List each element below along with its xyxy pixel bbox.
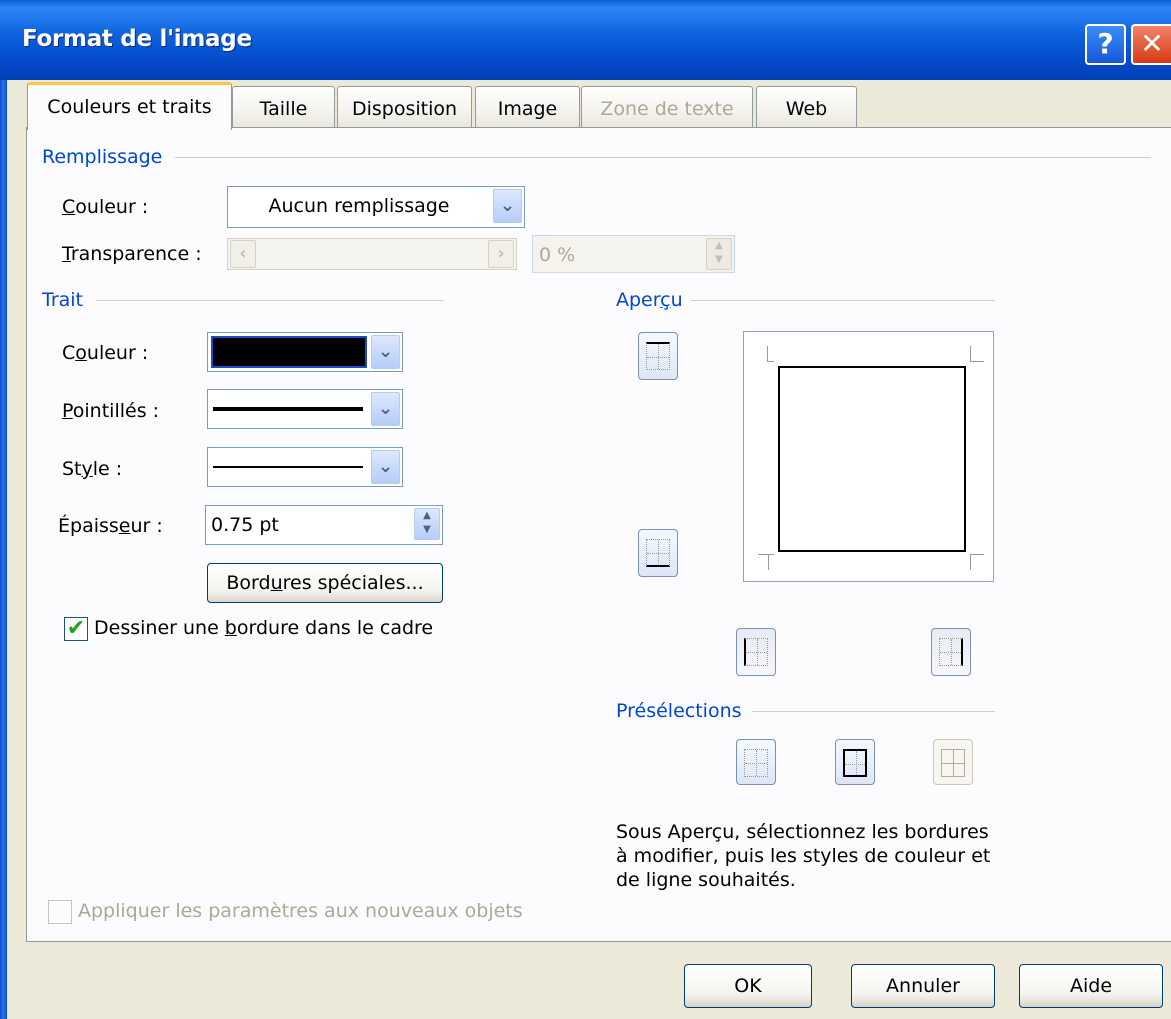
weight-value: 0.75 pt	[211, 514, 279, 536]
corner-mark	[768, 361, 774, 362]
preset-grid-button	[933, 739, 973, 785]
border-left-icon	[744, 638, 768, 666]
corner-mark	[768, 554, 769, 570]
weight-field[interactable]: 0.75 pt ▲ ▼	[205, 505, 443, 545]
cancel-button[interactable]: Annuler	[851, 964, 995, 1008]
window-title: Format de l'image	[22, 26, 252, 52]
presets-separator	[752, 711, 995, 712]
apply-new-objects-label: Appliquer les paramètres aux nouveaux ob…	[78, 900, 523, 922]
left-border-button[interactable]	[736, 628, 776, 676]
chevron-down-icon[interactable]: ⌄	[371, 335, 400, 369]
chevron-right-icon: ›	[488, 240, 514, 268]
corner-mark	[758, 346, 768, 362]
transparency-label: Transparence :	[62, 243, 202, 265]
corner-mark	[970, 554, 971, 570]
window-border	[0, 80, 7, 1019]
right-border-button[interactable]	[931, 628, 971, 676]
transparency-value: 0 %	[539, 244, 576, 266]
special-borders-button[interactable]: Bordures spéciales...	[207, 563, 443, 603]
corner-mark	[970, 346, 971, 362]
border-top-icon	[646, 342, 670, 370]
tab-web[interactable]: Web	[756, 86, 857, 128]
corner-mark	[758, 554, 774, 555]
corner-mark	[970, 554, 984, 555]
tab-taille[interactable]: Taille	[232, 86, 335, 128]
close-icon: ✕	[1140, 27, 1164, 60]
chevron-down-icon[interactable]: ⌄	[371, 392, 400, 426]
transparency-field: 0 % ▲ ▼	[532, 235, 735, 273]
corner-mark	[970, 361, 984, 362]
preview-separator	[690, 300, 995, 301]
top-border-button[interactable]	[638, 332, 678, 380]
border-bottom-icon	[646, 539, 670, 567]
chevron-down-icon[interactable]: ⌄	[493, 189, 522, 223]
preview-frame	[778, 366, 966, 552]
preset-grid-icon	[941, 749, 965, 777]
fill-color-label: Couleur :	[62, 196, 149, 218]
style-dropdown[interactable]: ⌄	[207, 447, 403, 487]
line-color-dropdown[interactable]: ⌄	[207, 332, 403, 372]
presets-hint: Sous Aperçu, sélectionnez les bordures à…	[616, 821, 991, 891]
line-heading: Trait	[42, 289, 91, 311]
dash-preview-line	[213, 407, 363, 411]
fill-color-dropdown[interactable]: Aucun remplissage ⌄	[227, 186, 525, 228]
chevron-down-icon[interactable]: ⌄	[371, 450, 400, 484]
style-label: Style :	[62, 458, 123, 480]
tab-couleurs-et-traits[interactable]: Couleurs et traits	[27, 82, 232, 130]
draw-inside-checkbox[interactable]: ✔	[64, 617, 88, 641]
tab-zone-de-texte: Zone de texte	[581, 86, 753, 128]
title-bar[interactable]: Format de l'image ? ✕	[0, 0, 1171, 80]
weight-label: Épaisseur :	[58, 515, 163, 537]
line-color-swatch	[211, 336, 367, 368]
tab-disposition[interactable]: Disposition	[337, 86, 472, 128]
help-button[interactable]: Aide	[1019, 964, 1163, 1008]
dash-label: Pointillés :	[62, 400, 160, 422]
help-title-button[interactable]: ?	[1085, 24, 1126, 65]
apply-new-objects-checkbox	[48, 900, 72, 924]
fill-heading: Remplissage	[42, 146, 171, 168]
ok-button[interactable]: OK	[684, 964, 812, 1008]
preset-none-button[interactable]	[736, 739, 776, 785]
draw-inside-label[interactable]: Dessiner une bordure dans le cadre	[94, 617, 433, 639]
preset-box-button[interactable]	[835, 739, 875, 785]
close-button[interactable]: ✕	[1131, 24, 1171, 65]
line-color-label: Couleur :	[62, 342, 149, 364]
dash-dropdown[interactable]: ⌄	[207, 389, 403, 429]
check-icon: ✔	[66, 616, 86, 641]
preset-box-icon	[843, 749, 867, 777]
line-separator	[96, 300, 444, 301]
spinner-icon: ▲ ▼	[706, 238, 732, 270]
preview-area[interactable]	[743, 331, 994, 582]
preview-heading: Aperçu	[616, 289, 691, 311]
style-preview-line	[213, 466, 363, 468]
chevron-left-icon: ‹	[230, 240, 256, 268]
border-right-icon	[939, 638, 963, 666]
fill-separator	[175, 157, 1151, 158]
weight-spinner-icon[interactable]: ▲ ▼	[414, 508, 440, 540]
tab-image[interactable]: Image	[475, 86, 580, 128]
fill-color-value: Aucun remplissage	[268, 195, 450, 217]
question-icon: ?	[1097, 27, 1114, 60]
preset-none-icon	[744, 749, 768, 777]
presets-heading: Présélections	[616, 700, 750, 722]
transparency-slider: ‹ ›	[227, 238, 517, 270]
bottom-border-button[interactable]	[638, 529, 678, 577]
